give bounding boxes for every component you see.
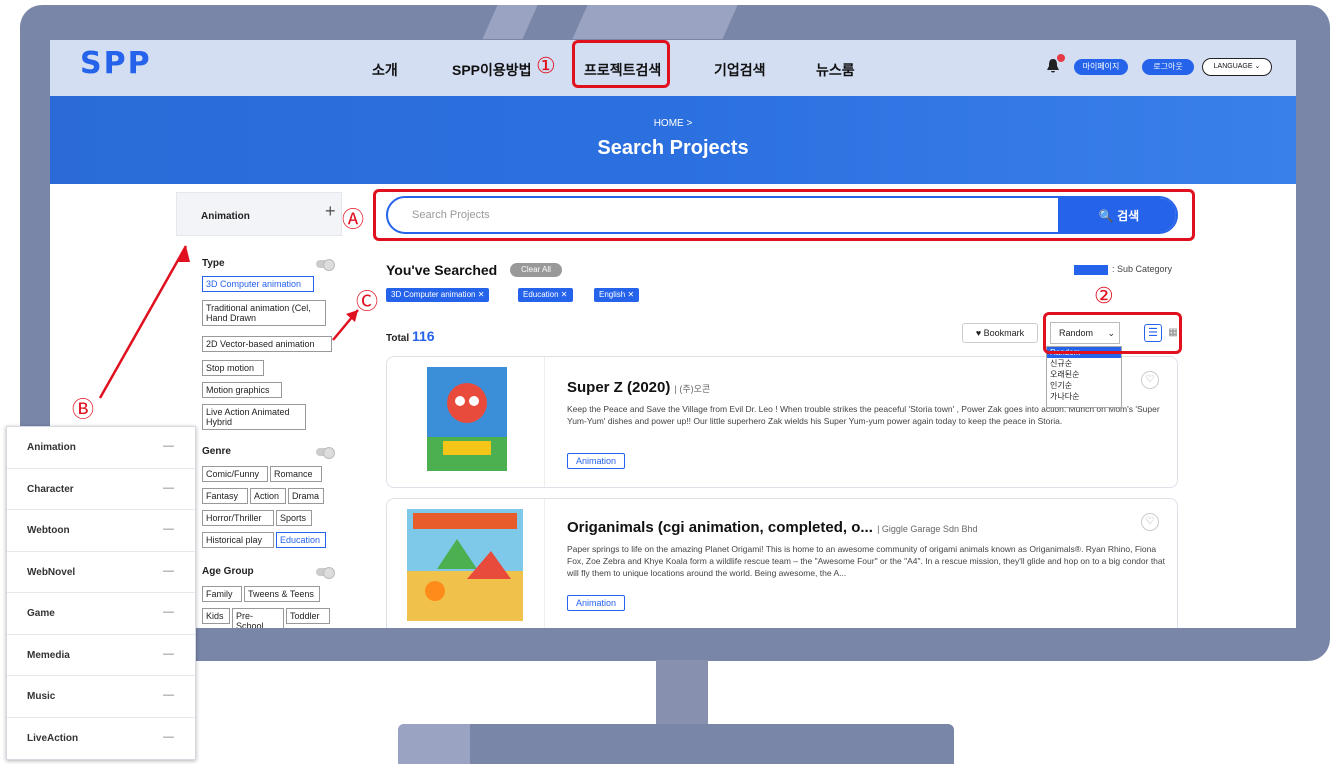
category-panel: Animation — Character — Webtoon — WebNovel —… xyxy=(6,426,196,760)
category-label: WebNovel xyxy=(27,566,76,578)
category-label: Memedia xyxy=(27,649,70,661)
category-item[interactable]: LiveAction — xyxy=(7,718,195,760)
category-label: Webtoon xyxy=(27,525,70,536)
minus-icon[interactable]: — xyxy=(163,482,174,494)
category-item[interactable]: Character — xyxy=(7,469,195,510)
category-item[interactable]: Webtoon — xyxy=(7,510,195,552)
minus-icon[interactable]: — xyxy=(163,565,174,577)
category-item[interactable]: Animation — xyxy=(7,427,195,469)
category-item[interactable]: WebNovel — xyxy=(7,552,195,593)
minus-icon[interactable]: — xyxy=(163,731,174,743)
category-label: LiveAction xyxy=(27,732,79,744)
category-label: Character xyxy=(27,483,74,495)
category-item[interactable]: Music — xyxy=(7,676,195,718)
category-label: Music xyxy=(27,691,56,702)
annotation-arrows xyxy=(98,245,359,399)
minus-icon[interactable]: — xyxy=(163,440,174,452)
minus-icon[interactable]: — xyxy=(163,648,174,660)
minus-icon[interactable]: — xyxy=(163,606,174,618)
minus-icon[interactable]: — xyxy=(163,689,174,701)
category-label: Animation xyxy=(27,442,76,453)
category-label: Game xyxy=(27,608,55,619)
category-item[interactable]: Memedia — xyxy=(7,635,195,676)
minus-icon[interactable]: — xyxy=(163,523,174,535)
category-item[interactable]: Game — xyxy=(7,593,195,635)
